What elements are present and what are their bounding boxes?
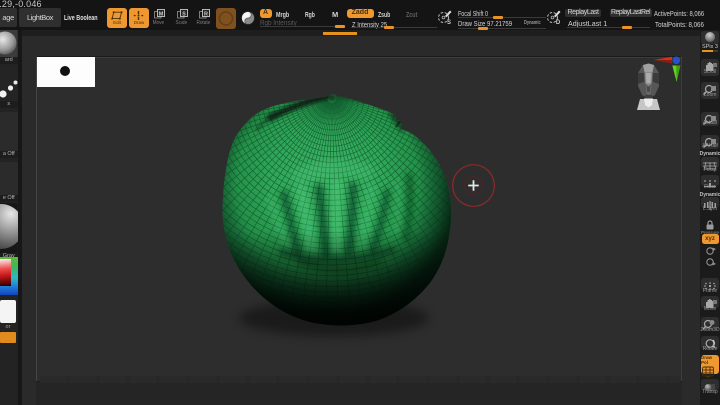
svg-text:D: D <box>556 20 561 25</box>
svg-text:S: S <box>182 11 186 17</box>
svg-text:S: S <box>447 20 451 25</box>
svg-text:M: M <box>159 11 164 17</box>
svg-text:R: R <box>204 11 208 17</box>
